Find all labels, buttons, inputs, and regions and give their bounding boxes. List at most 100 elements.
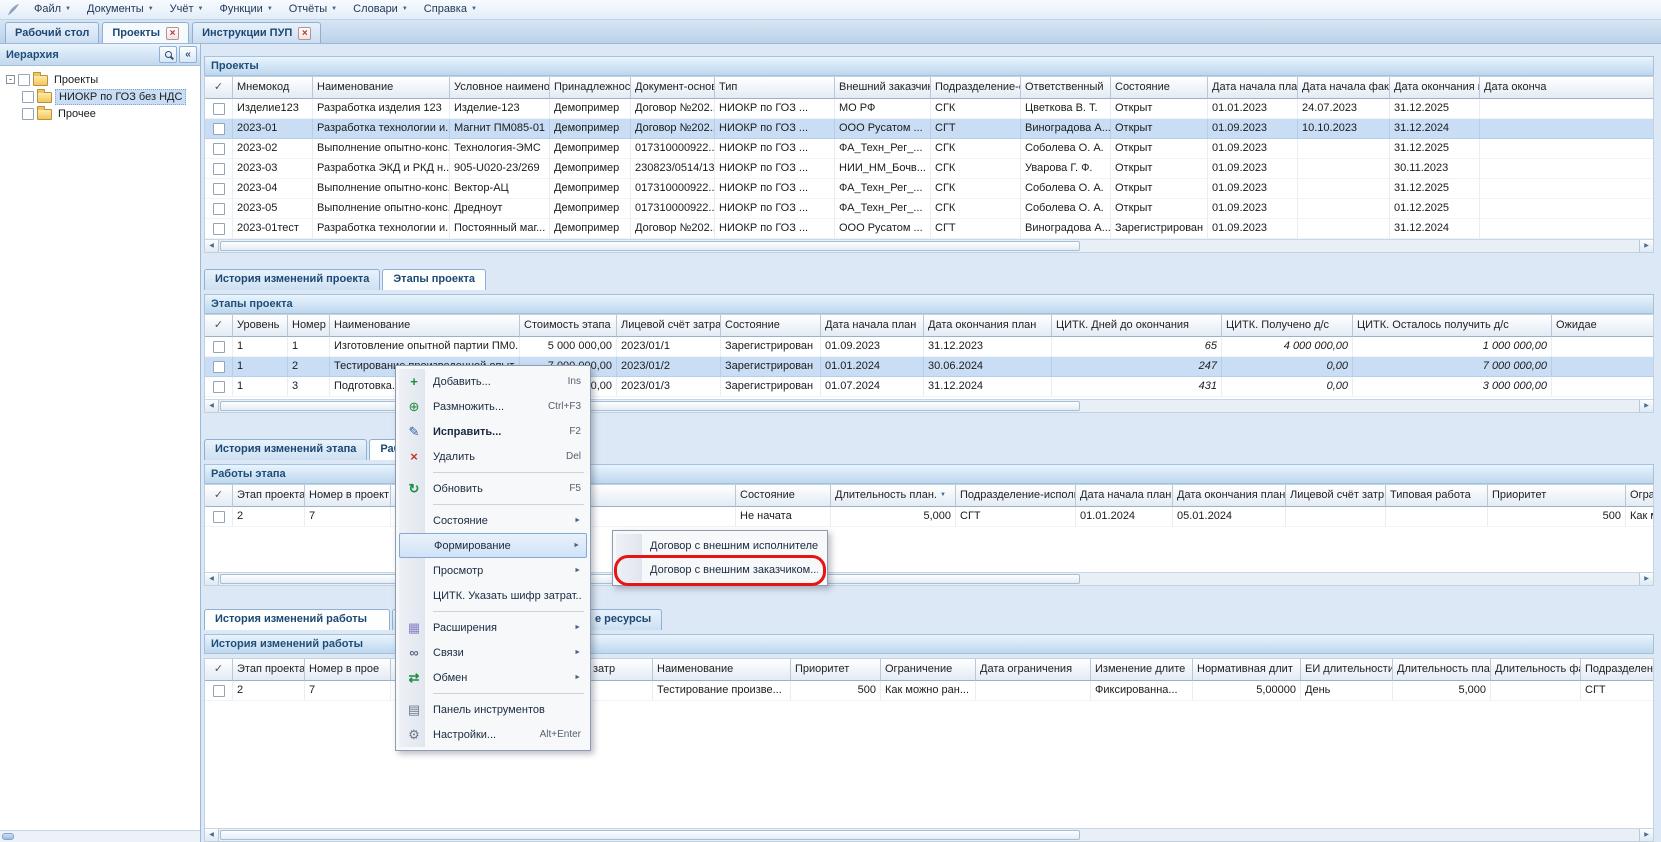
column-header[interactable]: Дата окончания пл (1390, 77, 1480, 99)
tree-checkbox[interactable] (22, 91, 34, 103)
column-header[interactable]: Принадлежность (550, 77, 631, 99)
search-button[interactable] (159, 46, 177, 63)
column-header[interactable]: Дата начала план (821, 315, 924, 337)
table-row[interactable]: 2023-05Выполнение опытно-конс...Дредноут… (205, 199, 1653, 219)
column-header[interactable]: Наименование (653, 659, 791, 681)
context-menu-item[interactable]: ЦИТК. Указать шифр затрат... (399, 583, 587, 608)
column-header[interactable]: Мнемокод (233, 77, 313, 99)
context-menu-item[interactable]: ⊕Размножить...Ctrl+F3 (399, 394, 587, 419)
column-header[interactable]: Лицевой счёт затр (1286, 485, 1386, 507)
row-checkbox[interactable] (213, 123, 225, 135)
table-row[interactable]: Изделие123Разработка изделия 123Изделие-… (205, 99, 1653, 119)
scroll-right-icon[interactable]: ▶ (1639, 573, 1653, 585)
row-select-cell[interactable] (205, 199, 233, 219)
context-menu-item[interactable]: ×УдалитьDel (399, 444, 587, 469)
menubar-item[interactable]: Учёт▼ (162, 1, 212, 18)
row-checkbox[interactable] (213, 163, 225, 175)
row-checkbox[interactable] (213, 685, 225, 697)
column-header[interactable]: Номер (288, 315, 330, 337)
row-checkbox[interactable] (213, 223, 225, 235)
column-header[interactable]: Длительность фак (1491, 659, 1581, 681)
column-header[interactable]: Лицевой счёт затрат (617, 315, 721, 337)
scroll-left-icon[interactable]: ◀ (205, 573, 219, 585)
column-header[interactable]: Номер в прое (305, 659, 391, 681)
context-menu-item[interactable]: ⚙Настройки...Alt+Enter (399, 722, 587, 747)
row-select-cell[interactable] (205, 357, 233, 377)
column-header[interactable]: Дата окончания план (924, 315, 1052, 337)
column-header[interactable]: ЕИ длительности (1301, 659, 1393, 681)
table-row[interactable]: 2023-02Выполнение опытно-конс...Технолог… (205, 139, 1653, 159)
tree-expander-icon[interactable]: - (6, 75, 15, 84)
column-header[interactable]: Длительность пла (1393, 659, 1491, 681)
section-tab[interactable]: Этапы проекта (382, 269, 486, 290)
select-all-header[interactable]: ✓ (205, 315, 233, 337)
row-checkbox[interactable] (213, 103, 225, 115)
scroll-left-icon[interactable]: ◀ (205, 400, 219, 412)
row-select-cell[interactable] (205, 377, 233, 397)
scroll-left-icon[interactable]: ◀ (205, 829, 219, 841)
scroll-left-icon[interactable]: ◀ (205, 240, 219, 252)
close-icon[interactable]: × (166, 27, 179, 40)
table-row[interactable]: 2023-01Разработка технологии и...Магнит … (205, 119, 1653, 139)
table-row[interactable]: 11Изготовление опытной партии ПМ0...5 00… (205, 337, 1653, 357)
row-checkbox[interactable] (213, 511, 225, 523)
section-tab[interactable]: История изменений этапа (204, 439, 367, 460)
column-header[interactable]: Дата начала факт (1298, 77, 1390, 99)
menubar-item[interactable]: Файл▼ (26, 1, 79, 18)
context-menu-item[interactable]: +Добавить...Ins (399, 369, 587, 394)
row-checkbox[interactable] (213, 203, 225, 215)
row-select-cell[interactable] (205, 119, 233, 139)
table-row[interactable]: 2023-03Разработка ЭКД и РКД н...905-U020… (205, 159, 1653, 179)
column-header[interactable]: Уровень (233, 315, 288, 337)
sidebar-hscrollbar[interactable] (0, 830, 200, 842)
row-select-cell[interactable] (205, 159, 233, 179)
tree-checkbox[interactable] (18, 74, 30, 86)
column-header[interactable]: Тип (715, 77, 835, 99)
column-header[interactable]: ЦИТК. Осталось получить д/с (1353, 315, 1552, 337)
column-header[interactable]: Состояние (1111, 77, 1208, 99)
column-header[interactable]: Нормативная длит (1193, 659, 1301, 681)
scroll-thumb[interactable] (2, 833, 14, 840)
column-header[interactable]: Документ-основан (631, 77, 715, 99)
column-header[interactable]: Приоритет (791, 659, 881, 681)
column-header[interactable]: Дата ограничения (976, 659, 1091, 681)
row-checkbox[interactable] (213, 183, 225, 195)
column-header[interactable]: Огран (1626, 485, 1654, 507)
column-header[interactable]: Дата начала план. (1076, 485, 1173, 507)
context-menu-item[interactable]: Формирование► (399, 533, 587, 558)
row-select-cell[interactable] (205, 139, 233, 159)
row-select-cell[interactable] (205, 99, 233, 119)
menubar-item[interactable]: Словари▼ (345, 1, 416, 18)
column-header[interactable]: Дата оконча (1480, 77, 1654, 99)
context-menu-item[interactable]: ∞Связи► (399, 640, 587, 665)
context-menu-item[interactable]: ▤Панель инструментов (399, 697, 587, 722)
column-header[interactable]: Наименование (330, 315, 520, 337)
column-header[interactable]: ЦИТК. Дней до окончания (1052, 315, 1222, 337)
column-header[interactable]: Подразделение-исполнитель. (956, 485, 1076, 507)
row-select-cell[interactable] (205, 219, 233, 239)
scroll-right-icon[interactable]: ▶ (1639, 240, 1653, 252)
tree-node[interactable]: НИОКР по ГОЗ без НДС (2, 88, 198, 105)
column-header[interactable]: Стоимость этапа (520, 315, 617, 337)
scroll-thumb[interactable] (220, 830, 1080, 840)
menubar-item[interactable]: Документы▼ (79, 1, 162, 18)
tree-node[interactable]: -Проекты (2, 71, 198, 88)
projects-hscrollbar[interactable]: ◀▶ (205, 239, 1653, 252)
column-header[interactable]: Подразделение-от (931, 77, 1021, 99)
top-tab[interactable]: Инструкции ПУП× (192, 22, 321, 43)
column-header[interactable]: Наименование (313, 77, 450, 99)
select-all-header[interactable]: ✓ (205, 77, 233, 99)
scroll-right-icon[interactable]: ▶ (1639, 400, 1653, 412)
context-menu-item[interactable]: ▦Расширения► (399, 615, 587, 640)
section-tab[interactable]: е ресурсы (584, 609, 662, 630)
top-tab[interactable]: Рабочий стол (5, 22, 99, 43)
column-header[interactable]: Ограничение (881, 659, 976, 681)
close-icon[interactable]: × (298, 27, 311, 40)
menubar-item[interactable]: Справка▼ (416, 1, 485, 18)
row-select-cell[interactable] (205, 681, 233, 701)
column-header[interactable]: Длительность план.▼ (831, 485, 956, 507)
top-tab[interactable]: Проекты× (102, 22, 189, 43)
section-tab[interactable]: История изменений проекта (204, 269, 380, 290)
column-header[interactable]: Изменение длите (1091, 659, 1193, 681)
column-header[interactable]: Условное наименова (450, 77, 550, 99)
